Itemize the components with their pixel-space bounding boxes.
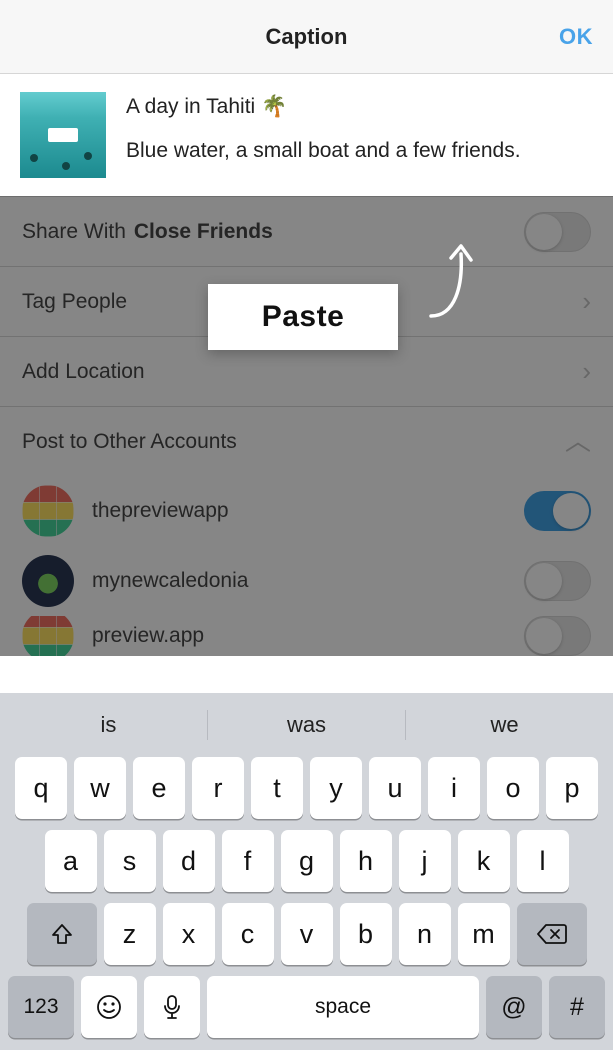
- caption-line2: Blue water, a small boat and a few frien…: [126, 136, 521, 166]
- key-p[interactable]: p: [546, 757, 598, 819]
- key-t[interactable]: t: [251, 757, 303, 819]
- keyboard-row: q w e r t y u i o p: [0, 757, 613, 830]
- share-close-friends-label: Share With Close Friends: [22, 220, 273, 244]
- paste-tooltip[interactable]: Paste: [208, 284, 398, 350]
- key-x[interactable]: x: [163, 903, 215, 965]
- nav-bar: Caption OK: [0, 0, 613, 74]
- key-v[interactable]: v: [281, 903, 333, 965]
- avatar: [22, 616, 74, 656]
- keyboard: is was we q w e r t y u i o p a s d f g …: [0, 693, 613, 1050]
- post-thumbnail[interactable]: [20, 92, 106, 178]
- post-other-accounts-row[interactable]: Post to Other Accounts ︿: [0, 406, 613, 476]
- key-numbers[interactable]: 123: [8, 976, 74, 1038]
- account-name: mynewcaledonia: [92, 569, 248, 593]
- key-l[interactable]: l: [517, 830, 569, 892]
- key-m[interactable]: m: [458, 903, 510, 965]
- key-i[interactable]: i: [428, 757, 480, 819]
- post-other-accounts-label: Post to Other Accounts: [22, 430, 237, 454]
- backspace-icon: [537, 923, 567, 945]
- key-dictation[interactable]: [144, 976, 200, 1038]
- chevron-right-icon: ›: [582, 356, 591, 387]
- key-w[interactable]: w: [74, 757, 126, 819]
- key-emoji[interactable]: [81, 976, 137, 1038]
- key-k[interactable]: k: [458, 830, 510, 892]
- account-name: thepreviewapp: [92, 499, 229, 523]
- caption-text[interactable]: A day in Tahiti 🌴 Blue water, a small bo…: [126, 92, 521, 167]
- key-d[interactable]: d: [163, 830, 215, 892]
- key-y[interactable]: y: [310, 757, 362, 819]
- keyboard-row: a s d f g h j k l: [0, 830, 613, 903]
- key-backspace[interactable]: [517, 903, 587, 965]
- shift-icon: [50, 922, 74, 946]
- emoji-icon: [96, 994, 122, 1020]
- keyboard-row: z x c v b n m: [0, 903, 613, 976]
- key-r[interactable]: r: [192, 757, 244, 819]
- account-toggle[interactable]: [524, 491, 591, 531]
- account-row[interactable]: preview.app: [0, 616, 613, 656]
- key-z[interactable]: z: [104, 903, 156, 965]
- key-at[interactable]: @: [486, 976, 542, 1038]
- keyboard-suggestion-bar: is was we: [0, 693, 613, 757]
- ok-button[interactable]: OK: [559, 0, 593, 74]
- key-g[interactable]: g: [281, 830, 333, 892]
- key-shift[interactable]: [27, 903, 97, 965]
- keyboard-suggestion[interactable]: was: [208, 712, 405, 738]
- key-j[interactable]: j: [399, 830, 451, 892]
- account-toggle[interactable]: [524, 616, 591, 656]
- key-b[interactable]: b: [340, 903, 392, 965]
- keyboard-suggestion[interactable]: we: [406, 712, 603, 738]
- share-close-friends-row[interactable]: Share With Close Friends: [0, 196, 613, 266]
- key-space[interactable]: space: [207, 976, 479, 1038]
- key-n[interactable]: n: [399, 903, 451, 965]
- caption-row: A day in Tahiti 🌴 Blue water, a small bo…: [0, 74, 613, 196]
- account-row[interactable]: thepreviewapp: [0, 476, 613, 546]
- keyboard-suggestion[interactable]: is: [10, 712, 207, 738]
- key-e[interactable]: e: [133, 757, 185, 819]
- share-close-friends-toggle[interactable]: [524, 212, 591, 252]
- account-toggle[interactable]: [524, 561, 591, 601]
- keyboard-row: 123 space @ #: [0, 976, 613, 1038]
- chevron-right-icon: ›: [582, 286, 591, 317]
- avatar: [22, 485, 74, 537]
- account-name: preview.app: [92, 624, 204, 648]
- chevron-up-icon: ︿: [565, 421, 591, 458]
- microphone-icon: [162, 994, 182, 1020]
- key-q[interactable]: q: [15, 757, 67, 819]
- add-location-label: Add Location: [22, 360, 145, 384]
- caption-line1: A day in Tahiti 🌴: [126, 92, 521, 122]
- page-title: Caption: [266, 24, 348, 50]
- key-u[interactable]: u: [369, 757, 421, 819]
- key-f[interactable]: f: [222, 830, 274, 892]
- key-a[interactable]: a: [45, 830, 97, 892]
- key-c[interactable]: c: [222, 903, 274, 965]
- key-o[interactable]: o: [487, 757, 539, 819]
- avatar: [22, 555, 74, 607]
- key-h[interactable]: h: [340, 830, 392, 892]
- tag-people-label: Tag People: [22, 290, 127, 314]
- account-row[interactable]: mynewcaledonia: [0, 546, 613, 616]
- key-s[interactable]: s: [104, 830, 156, 892]
- key-hash[interactable]: #: [549, 976, 605, 1038]
